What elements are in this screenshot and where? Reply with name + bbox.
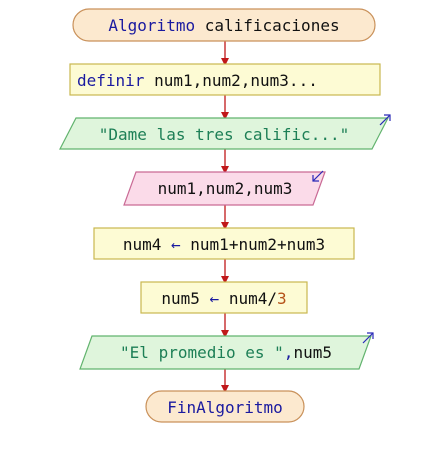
assign-1-expr: num1+num2+num3 xyxy=(190,235,325,254)
output-2-sep: , xyxy=(284,343,294,362)
input-block: num1,num2,num3 xyxy=(123,170,326,206)
svg-text:Algoritmo calificaciones: Algoritmo calificaciones xyxy=(108,16,339,35)
flowchart: Algoritmo calificaciones definir num1,nu… xyxy=(59,8,391,423)
input-vars: num1,num2,num3 xyxy=(158,179,293,198)
output-2-var: num5 xyxy=(293,343,332,362)
output-block-1: "Dame las tres calific..." xyxy=(59,114,391,150)
end-keyword: FinAlgoritmo xyxy=(167,398,283,417)
svg-text:definir num1,num2,num3...: definir num1,num2,num3... xyxy=(77,71,318,90)
start-terminal: Algoritmo calificaciones xyxy=(72,8,376,42)
assign-block-2: num5 ← num4/3 xyxy=(140,281,308,314)
assign-1-target: num4 xyxy=(123,235,162,254)
assign-2-arrow: ← xyxy=(200,289,229,308)
define-vars: num1,num2,num3... xyxy=(144,71,317,90)
assign-1-arrow: ← xyxy=(161,235,190,254)
output-2-text: "El promedio es " xyxy=(120,343,284,362)
assign-2-target: num5 xyxy=(161,289,200,308)
assign-2-expr: num4/ xyxy=(229,289,277,308)
svg-text:num4 ← num1+num2+num3: num4 ← num1+num2+num3 xyxy=(123,235,325,254)
assign-2-literal: 3 xyxy=(277,289,287,308)
svg-text:num5 ← num4/3: num5 ← num4/3 xyxy=(161,289,286,308)
define-block: definir num1,num2,num3... xyxy=(69,63,381,96)
svg-text:"El promedio es ",num5: "El promedio es ",num5 xyxy=(120,343,332,362)
algorithm-name: calificaciones xyxy=(195,16,340,35)
output-1-text: "Dame las tres calific..." xyxy=(99,125,349,144)
end-terminal: FinAlgoritmo xyxy=(145,390,305,423)
start-keyword: Algoritmo xyxy=(108,16,195,35)
define-keyword: definir xyxy=(77,71,145,90)
assign-block-1: num4 ← num1+num2+num3 xyxy=(93,227,355,260)
output-block-2: "El promedio es ",num5 xyxy=(79,332,374,370)
